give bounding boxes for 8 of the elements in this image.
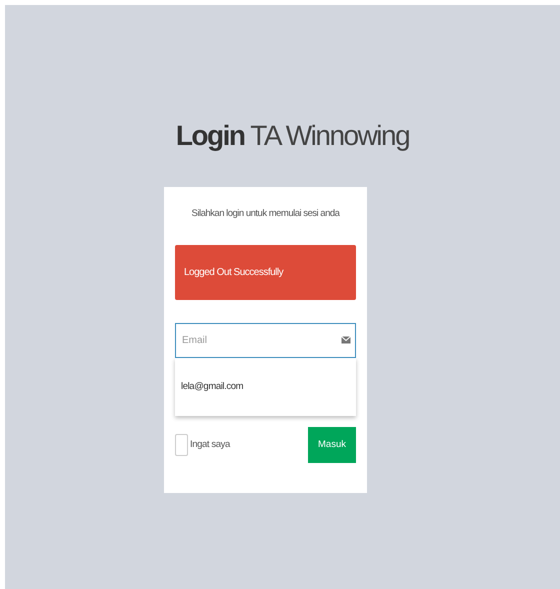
email-field[interactable]: Email	[175, 323, 356, 358]
page-title: Login TA Winnowing	[174, 119, 410, 153]
remember-label: Ingat saya	[190, 438, 230, 452]
envelope-icon	[341, 335, 351, 346]
email-suggestion[interactable]: lela@gmail.com	[175, 358, 356, 416]
login-instruction: Silahkan login untuk memulai sesi anda	[190, 207, 341, 221]
remember-checkbox[interactable]	[175, 434, 188, 456]
logout-alert: Logged Out Successfully	[175, 245, 356, 300]
